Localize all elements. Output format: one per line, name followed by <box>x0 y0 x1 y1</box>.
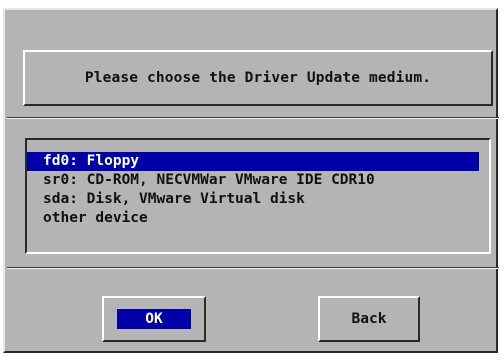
list-item[interactable]: sr0: CD-ROM, NECVMWar VMware IDE CDR10 <box>27 171 479 190</box>
ok-button[interactable]: OK <box>102 296 206 342</box>
back-button-label: Back <box>351 311 387 327</box>
divider-top-highlight <box>7 118 499 119</box>
list-item[interactable]: sda: Disk, VMware Virtual disk <box>27 190 479 209</box>
list-item[interactable]: other device <box>27 209 479 228</box>
medium-listbox[interactable]: fd0: Floppy sr0: CD-ROM, NECVMWar VMware… <box>25 138 491 254</box>
ok-button-label: OK <box>117 309 191 329</box>
list-item[interactable]: fd0: Floppy <box>27 152 479 171</box>
divider-bottom-highlight <box>7 268 499 269</box>
back-button[interactable]: Back <box>318 296 420 342</box>
dialog-title-box: Please choose the Driver Update medium. <box>23 50 493 106</box>
dialog-title: Please choose the Driver Update medium. <box>84 70 432 86</box>
driver-update-dialog: Please choose the Driver Update medium. … <box>3 8 499 353</box>
